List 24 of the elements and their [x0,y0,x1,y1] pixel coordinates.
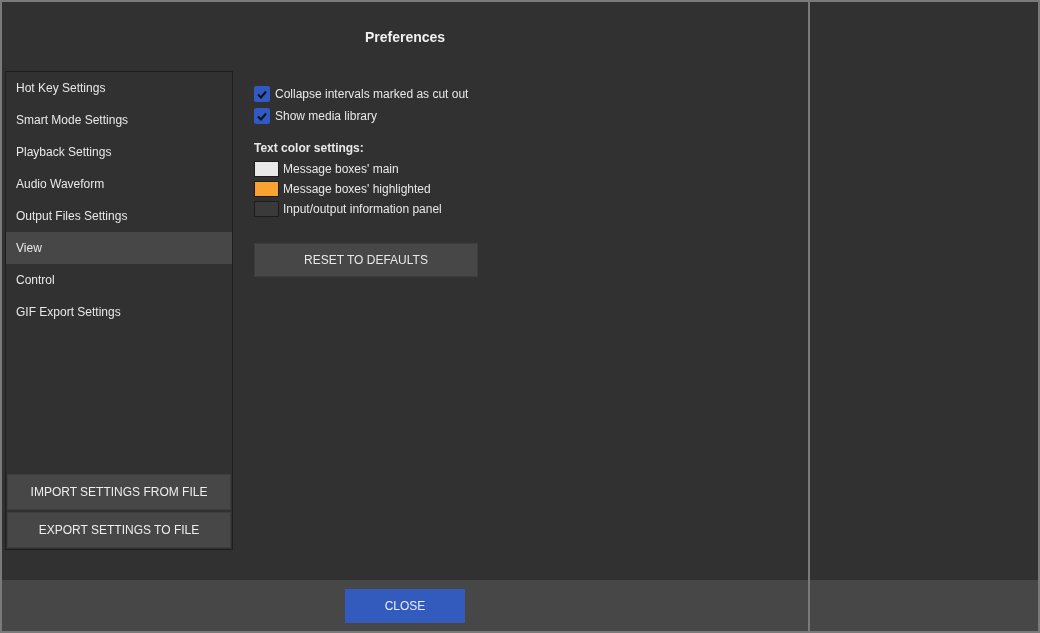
sidebar-item[interactable]: Smart Mode Settings [6,104,232,136]
color-label: Input/output information panel [283,202,442,216]
color-label: Message boxes' main [283,162,399,176]
color-swatch[interactable] [254,161,279,177]
section-heading: Text color settings: [254,141,365,155]
sidebar-item[interactable]: GIF Export Settings [6,296,232,328]
sidebar-item[interactable]: View [6,232,232,264]
export-button[interactable]: EXPORT SETTINGS TO FILE [7,512,231,548]
sidebar-item[interactable]: Hot Key Settings [6,72,232,104]
color-swatch[interactable] [254,181,279,197]
sidebar-item[interactable]: Audio Waveform [6,168,232,200]
color-swatch[interactable] [254,201,279,217]
checkbox[interactable] [254,108,270,124]
sidebar-item[interactable]: Playback Settings [6,136,232,168]
import-button[interactable]: IMPORT SETTINGS FROM FILE [7,474,231,510]
checkbox[interactable] [254,86,270,102]
checkbox-label: Collapse intervals marked as cut out [275,87,469,101]
window-title: Preferences [364,28,446,45]
sidebar-item[interactable]: Output Files Settings [6,200,232,232]
reset-button[interactable]: RESET TO DEFAULTS [254,243,478,277]
color-label: Message boxes' highlighted [283,182,431,196]
close-button[interactable]: CLOSE [345,588,465,623]
sidebar-item[interactable]: Control [6,264,232,296]
checkbox-label: Show media library [275,109,378,123]
